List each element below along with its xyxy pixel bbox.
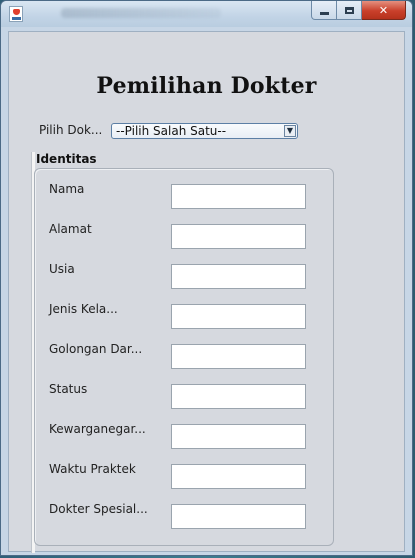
waktu-praktek-field[interactable]	[171, 464, 306, 489]
usia-field[interactable]	[171, 264, 306, 289]
jenis-kelamin-field[interactable]	[171, 304, 306, 329]
field-label-waktu-praktek: Waktu Praktek	[49, 462, 136, 476]
maximize-button[interactable]	[337, 1, 362, 20]
alamat-field[interactable]	[171, 224, 306, 249]
kewarganegaraan-field[interactable]	[171, 424, 306, 449]
field-label-golongan-darah: Golongan Dar...	[49, 342, 143, 356]
field-label-alamat: Alamat	[49, 222, 92, 236]
field-label-usia: Usia	[49, 262, 75, 276]
app-window: ✕ Pemilihan Dokter Pilih Dok... --Pilih …	[0, 0, 413, 556]
field-label-nama: Nama	[49, 182, 85, 196]
nama-field[interactable]	[171, 184, 306, 209]
title-bar[interactable]: ✕	[1, 1, 412, 27]
field-label-status: Status	[49, 382, 88, 396]
content-pane: Pemilihan Dokter Pilih Dok... --Pilih Sa…	[8, 31, 405, 553]
minimize-icon	[319, 11, 329, 15]
close-button[interactable]: ✕	[362, 1, 406, 20]
section-title: Identitas	[36, 152, 97, 166]
doctor-select-label: Pilih Dok...	[39, 123, 103, 137]
minimize-button[interactable]	[311, 1, 337, 20]
field-label-jenis-kelamin: Jenis Kela...	[49, 302, 118, 316]
java-app-icon[interactable]	[9, 6, 23, 22]
page-title: Pemilihan Dokter	[96, 73, 317, 99]
close-icon: ✕	[378, 3, 389, 17]
field-label-kewarganegaraan: Kewarganegar...	[49, 422, 146, 436]
dokter-spesialis-field[interactable]	[171, 504, 306, 529]
chevron-down-icon[interactable]: ▼	[284, 125, 296, 137]
doctor-select[interactable]: --Pilih Salah Satu-- ▼	[111, 123, 298, 139]
field-label-dokter-spesialis: Dokter Spesial...	[49, 502, 148, 516]
golongan-darah-field[interactable]	[171, 344, 306, 369]
window-title	[61, 8, 221, 18]
window-controls: ✕	[311, 1, 406, 21]
status-field[interactable]	[171, 384, 306, 409]
maximize-icon	[344, 6, 354, 14]
doctor-select-value: --Pilih Salah Satu--	[116, 124, 227, 138]
